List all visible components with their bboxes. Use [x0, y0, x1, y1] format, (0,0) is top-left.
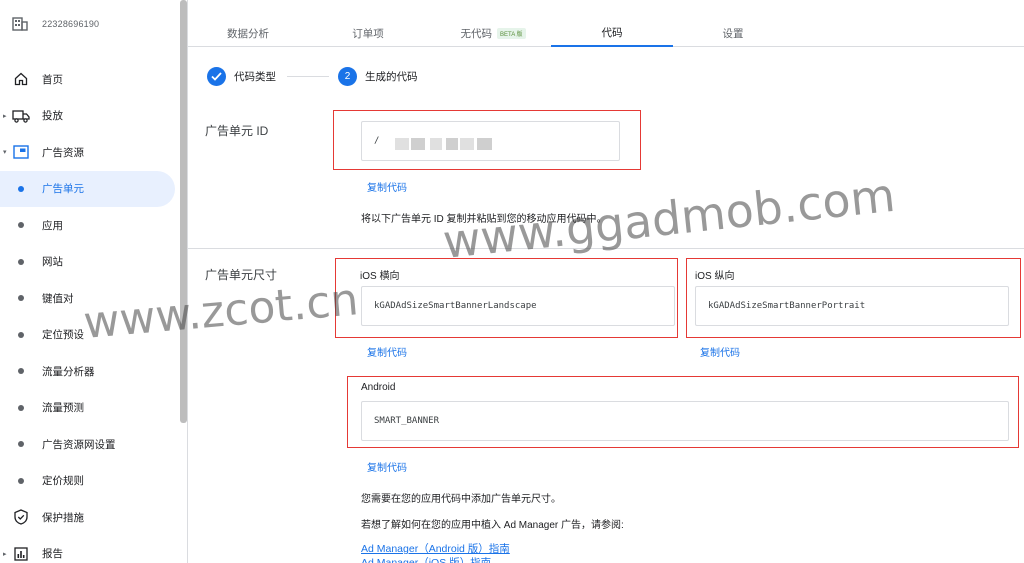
bullet-dot-icon — [18, 222, 24, 229]
android-guide-link[interactable]: Ad Manager（Android 版）指南 — [361, 541, 510, 556]
sidebar-item[interactable]: ▸ 投放 — [0, 98, 188, 135]
sidebar-item[interactable]: 保护措施 — [0, 499, 188, 536]
copy-android-link[interactable]: 复制代码 — [367, 459, 407, 474]
ios-landscape-field[interactable]: kGADAdSizeSmartBannerLandscape — [361, 286, 675, 326]
sidebar: 22328696190 首页 ▸ 投放 ▾ 广告资源广告单元应用网站键值对定位预设流量分… — [0, 0, 188, 563]
redacted-block — [411, 138, 425, 150]
ios-landscape-label: iOS 横向 — [360, 271, 400, 282]
section-divider — [188, 248, 1024, 249]
top-tabs: 数据分析 订单项 无代码 BETA 版 代码 设置 — [188, 20, 1024, 47]
android-label: Android — [361, 382, 396, 393]
report-chart-icon — [12, 546, 30, 562]
redacted-block — [460, 138, 474, 150]
sidebar-item[interactable]: 键值对 — [0, 280, 188, 317]
bullet-dot-icon — [18, 295, 24, 302]
sidebar-item[interactable]: 首页 — [0, 61, 188, 98]
ios-guide-link[interactable]: Ad Manager（iOS 版）指南 — [361, 555, 491, 563]
expand-more-icon[interactable]: ▸ — [3, 112, 7, 120]
sidebar-item[interactable]: 定位预设 — [0, 317, 188, 354]
check-icon — [207, 66, 226, 86]
sidebar-item-label: 保护措施 — [42, 511, 84, 524]
sidebar-item[interactable]: 广告资源网设置 — [0, 426, 188, 463]
bullet-dot-icon — [18, 477, 24, 484]
ios-portrait-label: iOS 纵向 — [695, 271, 735, 282]
redacted-block — [395, 138, 409, 150]
shield-icon — [12, 509, 30, 525]
copy-ios-portrait-link[interactable]: 复制代码 — [700, 344, 740, 359]
sidebar-item-label: 报告 — [42, 548, 63, 561]
tab-settings[interactable]: 设置 — [698, 20, 768, 47]
account-id: 22328696190 — [42, 19, 100, 29]
ad-unit-id-hint: 将以下广告单元 ID 复制并粘贴到您的移动应用代码中。 — [361, 214, 607, 225]
expand-more-icon[interactable]: ▸ — [3, 550, 7, 558]
redacted-block — [477, 138, 492, 150]
home-icon — [12, 71, 30, 87]
sidebar-item-label: 投放 — [42, 110, 63, 123]
step-number: 2 — [338, 66, 357, 86]
ad-unit-icon — [12, 144, 30, 160]
sidebar-item[interactable]: 流量预测 — [0, 390, 188, 427]
ad-unit-size-label: 广告单元尺寸 — [205, 268, 278, 282]
sidebar-item-label: 键值对 — [42, 292, 74, 305]
ad-unit-id-label: 广告单元 ID — [205, 124, 269, 138]
account-switcher[interactable]: 22328696190 — [12, 14, 99, 34]
sidebar-item[interactable]: 广告单元 — [0, 170, 175, 207]
redacted-block — [446, 138, 458, 150]
expand-less-icon[interactable]: ▾ — [3, 148, 7, 156]
tab-order-items[interactable]: 订单项 — [333, 20, 403, 47]
sidebar-item-label: 广告单元 — [42, 183, 84, 196]
sidebar-item-label: 网站 — [42, 256, 63, 269]
sidebar-item-label: 应用 — [42, 219, 63, 232]
redacted-block — [430, 138, 442, 150]
sidebar-item[interactable]: ▸ 报告 — [0, 536, 188, 563]
tab-data-analysis[interactable]: 数据分析 — [208, 20, 288, 47]
beta-badge: BETA 版 — [496, 28, 526, 39]
truck-icon — [12, 108, 30, 124]
sidebar-item-label: 广告资源 — [42, 146, 84, 159]
tab-code[interactable]: 代码 — [551, 20, 673, 47]
sidebar-item[interactable]: 网站 — [0, 244, 188, 281]
android-field[interactable]: SMART_BANNER — [361, 401, 1009, 441]
bullet-dot-icon — [18, 331, 24, 338]
size-note: 您需要在您的应用代码中添加广告单元尺寸。 — [361, 494, 561, 505]
guide-note: 若想了解如何在您的应用中植入 Ad Manager 广告，请参阅: — [361, 520, 624, 531]
ios-portrait-field[interactable]: kGADAdSizeSmartBannerPortrait — [695, 286, 1009, 326]
sidebar-item-label: 定价规则 — [42, 475, 84, 488]
step-connector — [287, 76, 329, 77]
copy-ios-landscape-link[interactable]: 复制代码 — [367, 344, 407, 359]
sidebar-item-label: 广告资源网设置 — [42, 438, 116, 451]
building-icon — [12, 17, 28, 31]
sidebar-item[interactable]: ▾ 广告资源 — [0, 134, 188, 171]
bullet-dot-icon — [18, 185, 24, 192]
step-generated-code: 2 生成的代码 — [338, 66, 418, 86]
sidebar-nav: 首页 ▸ 投放 ▾ 广告资源广告单元应用网站键值对定位预设流量分析器流量预测广告资源网设… — [0, 61, 188, 563]
sidebar-item-label: 定位预设 — [42, 329, 84, 342]
sidebar-item-label: 流量分析器 — [42, 365, 95, 378]
copy-ad-unit-id-link[interactable]: 复制代码 — [367, 179, 407, 194]
bullet-dot-icon — [18, 258, 24, 265]
bullet-dot-icon — [18, 404, 24, 411]
bullet-dot-icon — [18, 368, 24, 375]
tab-no-code[interactable]: 无代码 BETA 版 — [443, 20, 543, 47]
sidebar-item-label: 首页 — [42, 73, 63, 86]
sidebar-scrollbar[interactable] — [180, 0, 187, 423]
bullet-dot-icon — [18, 441, 24, 448]
sidebar-item[interactable]: 定价规则 — [0, 463, 188, 500]
sidebar-item[interactable]: 应用 — [0, 207, 188, 244]
sidebar-item[interactable]: 流量分析器 — [0, 353, 188, 390]
sidebar-item-label: 流量预测 — [42, 402, 84, 415]
step-code-type[interactable]: 代码类型 — [207, 66, 276, 86]
